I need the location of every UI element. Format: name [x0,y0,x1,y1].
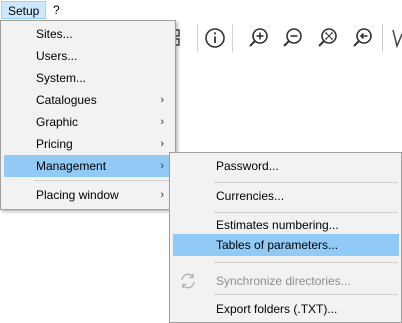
menu-help[interactable]: ? [48,1,65,19]
submenu-arrow-icon: › [160,138,164,150]
zoom-fit-icon[interactable] [316,26,340,50]
menu-item-estimates-numbering[interactable]: Estimates numbering... [173,214,399,236]
sync-icon [179,272,197,290]
zoom-previous-icon[interactable] [351,26,375,50]
menu-item-sites[interactable]: Sites... [4,23,172,45]
menu-item-graphic[interactable]: Graphic › [4,111,172,133]
menu-separator [214,212,398,213]
menu-item-label: Currencies... [216,189,285,203]
menu-item-label: Users... [36,49,78,63]
menu-item-export-folders[interactable]: Export folders (.TXT)... [173,298,399,320]
menu-item-tables-of-parameters[interactable]: Tables of parameters... [173,234,399,256]
menu-separator [214,262,398,263]
menu-item-label: Placing window [36,188,119,202]
zoom-out-icon[interactable] [281,26,305,50]
menu-separator [214,294,398,295]
menu-item-label: System... [36,71,87,85]
menu-bar: Setup ? [0,0,402,20]
menu-item-label: Estimates numbering... [216,218,339,232]
menu-item-label: Pricing [36,137,73,151]
menu-item-password[interactable]: Password... [173,155,399,177]
submenu-arrow-icon: › [160,160,164,172]
menu-item-pricing[interactable]: Pricing › [4,133,172,155]
tool-icon[interactable] [388,26,402,50]
menu-item-currencies[interactable]: Currencies... [173,185,399,207]
setup-dropdown-menu: Sites... Users... System... Catalogues › … [0,20,176,210]
menu-item-label: Synchronize directories... [216,274,351,288]
menu-item-label: Catalogues [36,93,97,107]
toolbar-separator [232,24,233,52]
menu-item-label: Password... [216,159,279,173]
menu-item-catalogues[interactable]: Catalogues › [4,89,172,111]
menu-item-label: Sites... [36,27,73,41]
menu-item-label: Export folders (.TXT)... [216,302,338,316]
zoom-in-icon[interactable] [247,26,271,50]
toolbar-separator [197,24,198,52]
menu-item-label: Management [36,159,107,173]
toolbar-separator [382,24,383,52]
submenu-arrow-icon: › [160,116,164,128]
menu-setup[interactable]: Setup [1,1,47,19]
toolbar [170,20,402,56]
menu-item-placing-window[interactable]: Placing window › [4,184,172,206]
menu-item-system[interactable]: System... [4,67,172,89]
info-icon[interactable] [203,26,227,50]
menu-item-label: Tables of parameters... [216,238,339,252]
menu-separator [34,180,170,181]
menu-separator [214,182,398,183]
submenu-arrow-icon: › [160,94,164,106]
menu-item-label: Graphic [36,115,79,129]
menu-item-management[interactable]: Management › [4,155,172,177]
menu-item-synchronize-directories: Synchronize directories... [173,270,399,292]
management-submenu: Password... Currencies... Estimates numb… [169,152,402,323]
submenu-arrow-icon: › [160,189,164,201]
menu-item-users[interactable]: Users... [4,45,172,67]
